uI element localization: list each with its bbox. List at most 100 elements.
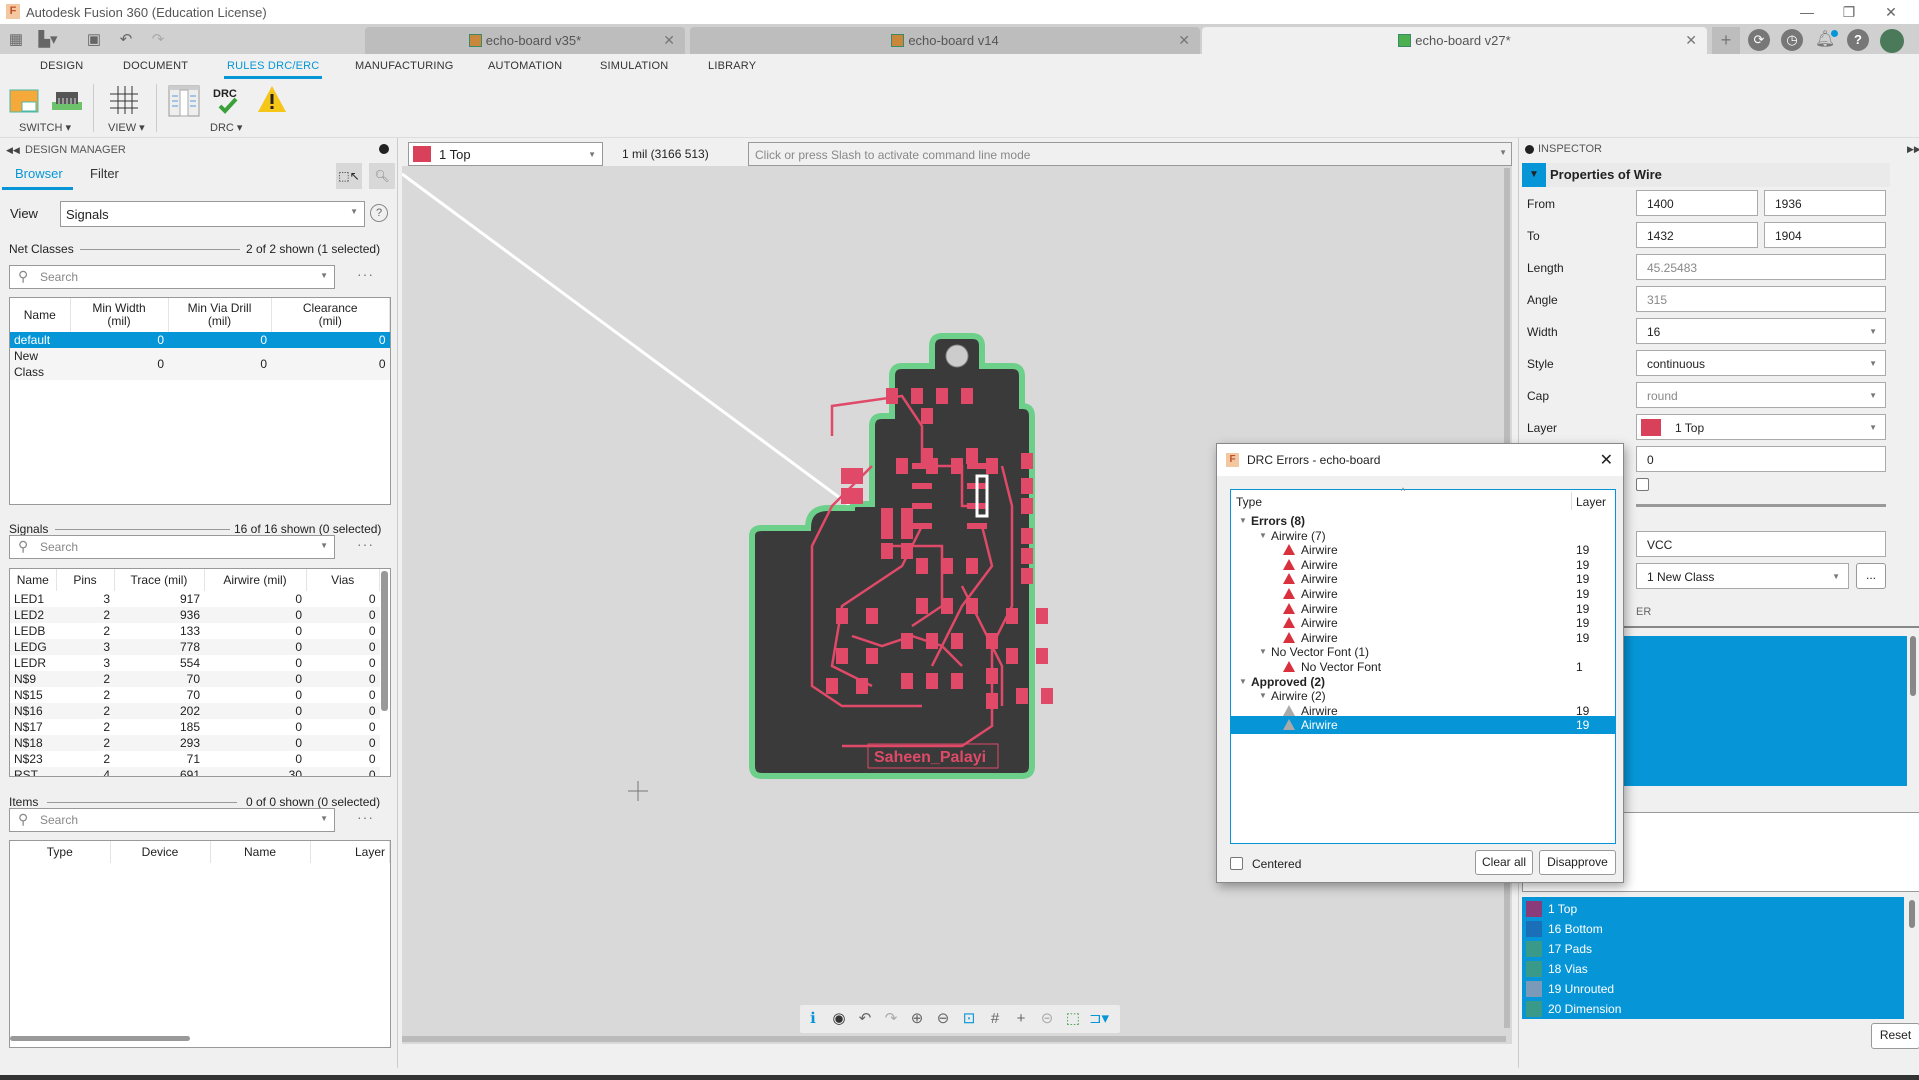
crosshair-icon[interactable]: +	[1008, 1005, 1034, 1033]
zoom-in-icon[interactable]: ⊕	[904, 1005, 930, 1033]
route-mode-icon[interactable]: ⊐▾	[1086, 1005, 1112, 1033]
layer-list-item[interactable]: 17 Pads	[1526, 939, 1592, 959]
redo-icon[interactable]: ↷	[148, 30, 168, 50]
selection-box-icon[interactable]: ⬚	[1060, 1005, 1086, 1033]
signal-row[interactable]: LED2 2 936 0 0	[10, 607, 380, 623]
to-x-field[interactable]: 1432	[1636, 222, 1758, 248]
info-icon[interactable]: ℹ	[800, 1005, 826, 1033]
signal-row[interactable]: N$17 2 185 0 0	[10, 719, 380, 735]
tab-filter[interactable]: Filter	[90, 166, 119, 181]
signals-search[interactable]: ⚲ Search ▼	[9, 535, 335, 559]
collapse-panel-icon[interactable]: ◀◀	[6, 145, 20, 156]
doc-tab-3-active[interactable]: echo-board v27* ✕	[1202, 27, 1707, 54]
grid-button[interactable]	[108, 84, 142, 118]
items-h-scrollbar[interactable]	[10, 1036, 190, 1041]
layer-select[interactable]: 1 Top ▼	[1636, 414, 1886, 440]
app-grid-icon[interactable]: ▦	[6, 30, 26, 50]
more-options-icon[interactable]: ···	[357, 266, 374, 282]
extensions-icon[interactable]: ⟳	[1748, 29, 1770, 51]
signal-name-field[interactable]: VCC	[1636, 531, 1886, 557]
close-tab-icon[interactable]: ✕	[663, 32, 675, 49]
col-header-layer[interactable]: Layer	[1576, 495, 1606, 509]
signal-row[interactable]: N$9 2 70 0 0	[10, 671, 380, 687]
drc-check-button[interactable]: DRC	[210, 84, 244, 118]
col-header-airwire[interactable]: Airwire (mil)	[204, 569, 307, 591]
layer-list-item[interactable]: 19 Unrouted	[1526, 979, 1614, 999]
erc-warnings-button[interactable]	[256, 84, 290, 118]
close-tab-icon[interactable]: ✕	[1685, 32, 1697, 49]
col-header-min-via-drill[interactable]: Min Via Drill (mil)	[168, 298, 272, 332]
command-line-input[interactable]: Click or press Slash to activate command…	[748, 142, 1512, 166]
signal-row[interactable]: N$23 2 71 0 0	[10, 751, 380, 767]
disapprove-button[interactable]: Disapprove	[1539, 850, 1616, 875]
signals-scrollbar[interactable]	[381, 571, 388, 711]
clear-all-button[interactable]: Clear all	[1475, 850, 1533, 875]
signal-row[interactable]: LEDR 3 554 0 0	[10, 655, 380, 671]
ribbon-tab-manufacturing[interactable]: MANUFACTURING	[355, 60, 454, 72]
net-class-more-button[interactable]: ...	[1856, 563, 1886, 589]
col-header-type[interactable]: Type	[1236, 495, 1262, 509]
drc-error-item[interactable]: Airwire 19	[1231, 716, 1615, 735]
col-header-device[interactable]: Device	[110, 841, 211, 863]
close-dialog-icon[interactable]: ✕	[1600, 450, 1613, 470]
net-class-row[interactable]: default 0 0 0	[10, 332, 390, 348]
restore-button[interactable]: ❐	[1834, 2, 1864, 22]
drc-group-menu[interactable]: DRC ▾	[210, 121, 242, 134]
layer-list-item[interactable]: 16 Bottom	[1526, 919, 1603, 939]
user-avatar[interactable]	[1880, 29, 1904, 53]
style-select[interactable]: continuous ▼	[1636, 350, 1886, 376]
items-search[interactable]: ⚲ Search ▼	[9, 808, 335, 832]
select-mode-button[interactable]: ⬚↖	[336, 163, 362, 189]
canvas-h-scrollbar[interactable]	[402, 1036, 1506, 1042]
col-header-type[interactable]: Type	[10, 841, 111, 863]
inspector-scrollbar[interactable]	[1910, 636, 1916, 696]
ribbon-tab-automation[interactable]: AUTOMATION	[488, 60, 562, 72]
more-options-icon[interactable]: ···	[357, 809, 374, 825]
close-tab-icon[interactable]: ✕	[1178, 32, 1190, 49]
col-header-clearance[interactable]: Clearance (mil)	[271, 298, 390, 332]
centered-checkbox[interactable]	[1230, 857, 1243, 870]
grid-icon[interactable]: #	[982, 1005, 1008, 1033]
col-header-pins[interactable]: Pins	[56, 569, 115, 591]
to-y-field[interactable]: 1904	[1764, 222, 1886, 248]
from-x-field[interactable]: 1400	[1636, 190, 1758, 216]
signal-row[interactable]: RST 4 691 30 0	[10, 767, 380, 776]
signal-row[interactable]: LEDG 3 778 0 0	[10, 639, 380, 655]
layer-list-item[interactable]: 20 Dimension	[1526, 999, 1621, 1019]
width-select[interactable]: 16 ▼	[1636, 318, 1886, 344]
active-layer-select[interactable]: 1 Top ▼	[408, 142, 603, 166]
ribbon-tab-document[interactable]: DOCUMENT	[123, 60, 188, 72]
design-rules-button[interactable]	[168, 84, 202, 118]
net-class-select[interactable]: 1 New Class ▼	[1636, 563, 1849, 589]
col-header-name[interactable]: Name	[10, 569, 57, 591]
close-window-button[interactable]: ✕	[1876, 2, 1906, 22]
help-icon[interactable]: ?	[1847, 29, 1869, 51]
ribbon-tab-simulation[interactable]: SIMULATION	[600, 60, 668, 72]
new-tab-button[interactable]: +	[1712, 27, 1740, 54]
file-menu-icon[interactable]: ▙▾	[38, 30, 58, 50]
signal-row[interactable]: LEDB 2 133 0 0	[10, 623, 380, 639]
col-header-trace[interactable]: Trace (mil)	[114, 569, 205, 591]
layer-list-item[interactable]: 1 Top	[1526, 899, 1577, 919]
job-status-icon[interactable]: ◷	[1781, 29, 1803, 51]
doc-tab-2[interactable]: echo-board v14 ✕	[690, 27, 1200, 54]
switch-to-board-button[interactable]	[50, 84, 84, 118]
net-class-row[interactable]: New Class 0 0 0	[10, 348, 390, 380]
expand-panel-icon[interactable]: ▶▶	[1907, 144, 1919, 155]
from-y-field[interactable]: 1936	[1764, 190, 1886, 216]
reset-button[interactable]: Reset	[1871, 1023, 1919, 1049]
zoom-out-icon[interactable]: ⊖	[930, 1005, 956, 1033]
net-classes-search[interactable]: ⚲ Search ▼	[9, 265, 335, 289]
signal-row[interactable]: LED1 3 917 0 0	[10, 591, 380, 607]
property-checkbox[interactable]	[1636, 478, 1649, 491]
panel-minimize-icon[interactable]	[379, 144, 389, 154]
doc-tab-1[interactable]: echo-board v35* ✕	[365, 27, 685, 54]
cap-select[interactable]: round ▼	[1636, 382, 1886, 408]
stop-icon[interactable]: ⊝	[1034, 1005, 1060, 1033]
signal-row[interactable]: N$16 2 202 0 0	[10, 703, 380, 719]
col-header-layer[interactable]: Layer	[310, 841, 390, 863]
properties-section-header[interactable]: ▼ Properties of Wire	[1522, 163, 1890, 187]
col-header-name[interactable]: Name	[10, 298, 71, 332]
col-header-min-width[interactable]: Min Width (mil)	[70, 298, 169, 332]
extra-value-field[interactable]: 0	[1636, 446, 1886, 472]
